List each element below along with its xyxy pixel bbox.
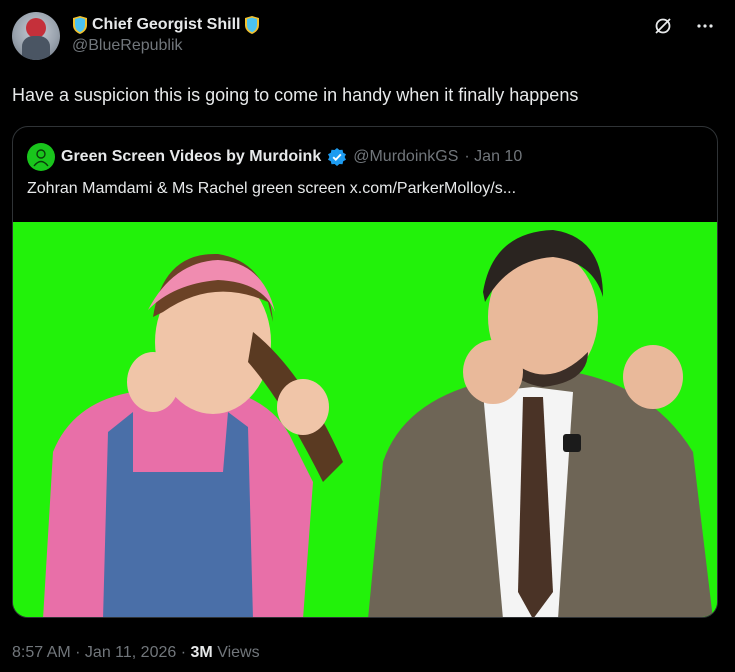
- author-avatar[interactable]: [12, 12, 60, 60]
- author-display-name: Chief Georgist Shill: [92, 16, 241, 33]
- shield-badge-icon: [244, 16, 260, 34]
- quoted-tweet[interactable]: Green Screen Videos by Murdoink @Murdoin…: [12, 126, 718, 618]
- views-count: 3M: [190, 644, 213, 661]
- quoted-handle[interactable]: @MurdoinkGS: [353, 148, 458, 166]
- verified-badge-icon: [327, 147, 347, 167]
- tweet-text: Have a suspicion this is going to come i…: [12, 85, 579, 105]
- author-handle[interactable]: @BlueRepublik: [72, 37, 260, 55]
- quoted-display-name[interactable]: Green Screen Videos by Murdoink: [61, 148, 321, 166]
- tweet-meta: 8:57 AM · Jan 11, 2026 · 3M Views: [12, 644, 260, 662]
- quoted-header: Green Screen Videos by Murdoink @Murdoin…: [27, 143, 522, 171]
- tweet-actions-top: [653, 16, 715, 36]
- author-block: Chief Georgist Shill @BlueRepublik: [72, 14, 260, 55]
- grok-icon[interactable]: [653, 16, 673, 36]
- author-name-row[interactable]: Chief Georgist Shill: [72, 14, 260, 36]
- tweet-header: Chief Georgist Shill @BlueRepublik: [12, 12, 723, 64]
- views-label: Views: [217, 644, 260, 661]
- green-screen-photo: [13, 222, 717, 617]
- shield-badge-icon: [72, 16, 88, 34]
- quoted-avatar[interactable]: [27, 143, 55, 171]
- tweet-timestamp[interactable]: 8:57 AM · Jan 11, 2026: [12, 644, 176, 661]
- quoted-media-image[interactable]: [13, 222, 717, 617]
- more-icon[interactable]: [695, 16, 715, 36]
- quoted-date: · Jan 10: [464, 148, 523, 165]
- quoted-text: Zohran Mamdami & Ms Rachel green screen …: [27, 180, 517, 197]
- meta-separator: ·: [180, 644, 187, 661]
